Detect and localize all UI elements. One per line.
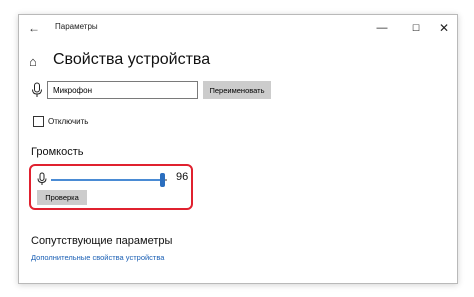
maximize-button[interactable]: ☐: [404, 18, 428, 38]
maximize-icon: ☐: [411, 23, 421, 33]
volume-value: 96: [176, 171, 189, 183]
home-icon[interactable]: ⌂: [29, 55, 43, 69]
microphone-icon: [37, 172, 47, 185]
disable-label: Отключить: [48, 116, 89, 126]
device-name-input[interactable]: [47, 81, 198, 99]
disable-option[interactable]: Отключить: [33, 114, 88, 128]
test-button[interactable]: Проверка: [37, 190, 87, 205]
page-title: Свойства устройства: [53, 51, 211, 68]
volume-highlight-box: 96 Проверка: [29, 164, 193, 210]
volume-slider-thumb[interactable]: [160, 173, 165, 187]
microphone-icon: [32, 82, 42, 97]
device-name-row: Переименовать: [29, 81, 289, 101]
settings-window: ← Параметры — ☐ ✕ ⌂ Свойства устройства …: [18, 14, 458, 284]
disable-checkbox[interactable]: [33, 115, 44, 127]
volume-heading: Громкость: [31, 146, 84, 158]
additional-device-properties-link[interactable]: Дополнительные свойства устройства: [31, 253, 164, 262]
rename-button[interactable]: Переименовать: [203, 81, 271, 99]
close-icon: ✕: [438, 21, 450, 35]
related-settings-heading: Сопутствующие параметры: [31, 235, 173, 247]
back-button[interactable]: ←: [25, 19, 43, 37]
minimize-button[interactable]: —: [370, 18, 394, 38]
close-button[interactable]: ✕: [432, 18, 456, 38]
volume-slider[interactable]: [51, 173, 167, 187]
title-bar: ← Параметры — ☐ ✕: [19, 15, 457, 41]
arrow-left-icon: ←: [28, 21, 40, 35]
minimize-icon: —: [376, 22, 388, 34]
window-title: Параметры: [55, 22, 98, 31]
